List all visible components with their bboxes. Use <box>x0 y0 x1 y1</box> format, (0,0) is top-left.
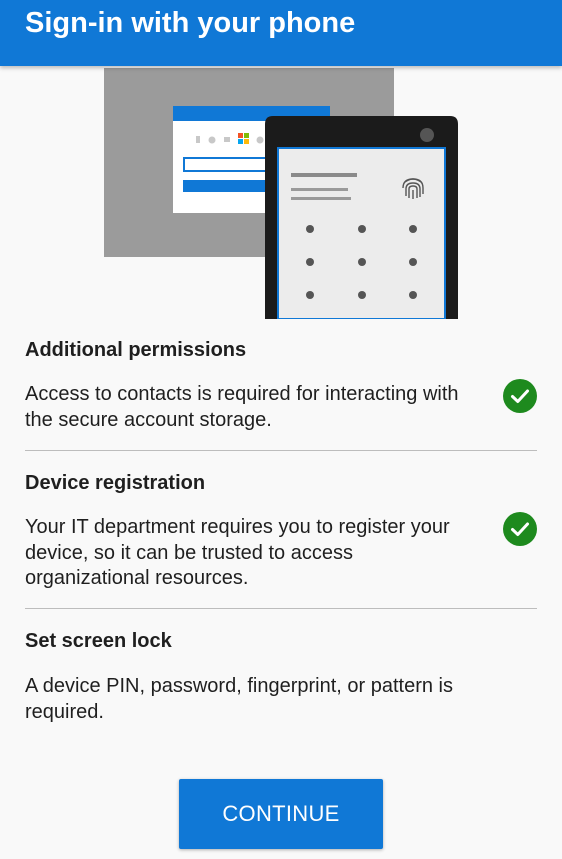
section-description: A device PIN, password, fingerprint, or … <box>25 675 453 723</box>
section-title: Additional permissions <box>25 339 247 361</box>
section-device-registration: Device registration Your IT department r… <box>25 470 537 595</box>
section-additional-permissions: Additional permissions Access to contact… <box>25 337 537 437</box>
section-description: Access to contacts is required for inter… <box>25 383 459 431</box>
section-title: Device registration <box>25 472 206 494</box>
check-circle-icon <box>503 379 537 413</box>
app-bar: Sign-in with your phone <box>0 0 562 66</box>
divider <box>25 608 537 609</box>
divider <box>25 450 537 451</box>
section-description: Your IT department requires you to regis… <box>25 516 450 589</box>
section-title: Set screen lock <box>25 630 172 652</box>
page-title: Sign-in with your phone <box>25 7 356 39</box>
continue-button[interactable]: CONTINUE <box>179 779 383 849</box>
check-circle-icon <box>503 512 537 546</box>
section-set-screen-lock: Set screen lock A device PIN, password, … <box>25 628 537 728</box>
phone-sign-in-illustration <box>0 66 562 320</box>
phone-camera-icon <box>420 128 434 142</box>
phone-illustration <box>265 116 458 320</box>
